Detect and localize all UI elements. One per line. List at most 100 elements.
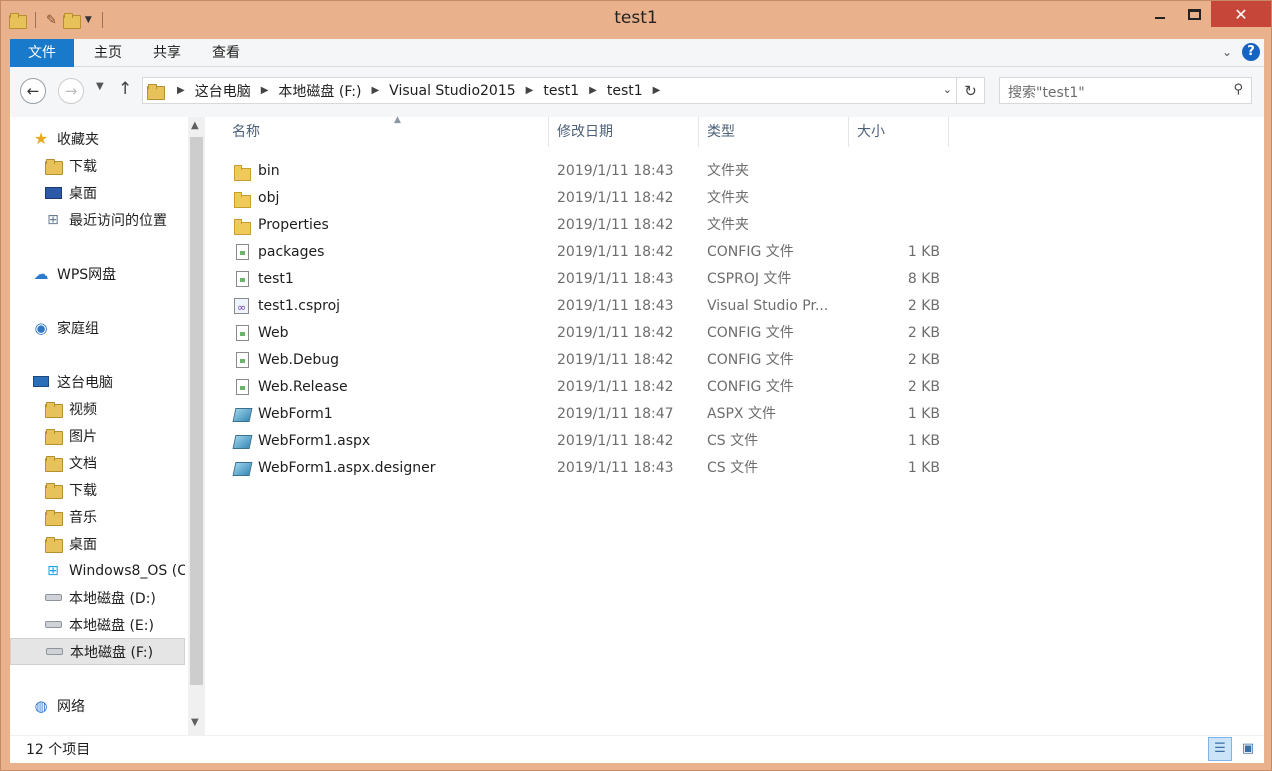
nav-item[interactable]: 视频 [10, 395, 185, 422]
breadcrumb-test1-inner[interactable]: test1 [603, 83, 647, 99]
nav-item[interactable]: 本地磁盘 (E:) [10, 611, 185, 638]
file-row[interactable]: obj 2019/1/11 18:42 文件夹 [210, 185, 950, 212]
nav-item-label: 下载 [69, 158, 97, 175]
config-file-icon [234, 352, 252, 370]
nav-item-label: 本地磁盘 (D:) [69, 590, 156, 607]
column-header-date[interactable]: 修改日期 [549, 117, 699, 147]
nav-item[interactable]: 音乐 [10, 503, 185, 530]
star-icon: ★ [33, 129, 49, 148]
address-bar[interactable]: ▶ 这台电脑 ▶ 本地磁盘 (F:) ▶ Visual Studio2015 ▶… [142, 77, 957, 104]
search-icon[interactable]: ⚲ [1233, 82, 1243, 97]
nav-item-label: 桌面 [69, 536, 97, 553]
column-header-type[interactable]: 类型 [699, 117, 849, 147]
details-view-button[interactable]: ☰ [1208, 737, 1232, 761]
file-name: Properties [258, 217, 329, 233]
content-area: ★ 收藏夹 下载 桌面 ⊞ 最近访问的位置 ☁ WPS网盘 ◉ 家庭组 这台电脑 视频 图片 文档 下载 音乐… [10, 115, 1264, 735]
nav-item[interactable]: ◍ 网络 [10, 692, 185, 719]
tab-share[interactable]: 共享 [141, 39, 193, 67]
file-row[interactable]: WebForm1.aspx.designer 2019/1/11 18:43 CS … [210, 455, 950, 482]
large-icons-view-button[interactable]: ▣ [1236, 737, 1260, 761]
nav-item[interactable]: ⊞ Windows8_OS (C [10, 557, 185, 584]
view-switcher: ☰ ▣ [1208, 737, 1260, 761]
ribbon-tabs: 文件 主页 共享 查看 ⌄ ? [10, 39, 1264, 67]
address-separator-icon[interactable]: ▶ [365, 85, 385, 96]
nav-item[interactable]: ☁ WPS网盘 [10, 260, 185, 287]
file-name: WebForm1.aspx [258, 433, 371, 449]
recent-locations-dropdown-icon[interactable]: ▼ [96, 81, 104, 92]
address-folder-icon [147, 83, 165, 100]
breadcrumb-drive-f[interactable]: 本地磁盘 (F:) [274, 81, 365, 101]
nav-item-label: 下载 [69, 482, 97, 499]
config-file-icon [234, 379, 252, 397]
nav-item-label: 文档 [69, 455, 97, 472]
maximize-button[interactable] [1177, 1, 1211, 27]
tab-view[interactable]: 查看 [200, 39, 252, 67]
file-row[interactable]: Web.Debug 2019/1/11 18:42 CONFIG 文件 2 KB [210, 347, 950, 374]
breadcrumb-test1[interactable]: test1 [539, 83, 583, 99]
nav-item[interactable]: 下载 [10, 152, 185, 179]
nav-item[interactable]: 本地磁盘 (D:) [10, 584, 185, 611]
scroll-down-icon[interactable]: ▼ [191, 717, 199, 728]
address-separator-icon[interactable]: ▶ [647, 85, 667, 96]
file-type: CSPROJ 文件 [707, 271, 792, 287]
refresh-button[interactable]: ↻ [957, 77, 985, 104]
nav-item[interactable]: ◉ 家庭组 [10, 314, 185, 341]
file-type: CONFIG 文件 [707, 244, 794, 260]
nav-item[interactable]: 桌面 [10, 530, 185, 557]
refresh-icon: ↻ [964, 81, 977, 100]
file-name: Web.Release [258, 379, 348, 395]
address-separator-icon[interactable]: ▶ [171, 85, 191, 96]
file-row[interactable]: WebForm1.aspx 2019/1/11 18:42 CS 文件 1 KB [210, 428, 950, 455]
search-placeholder: 搜索"test1" [1008, 85, 1085, 101]
address-separator-icon[interactable]: ▶ [520, 85, 540, 96]
back-button[interactable]: ← [20, 78, 46, 104]
breadcrumb-this-pc[interactable]: 这台电脑 [191, 81, 255, 101]
file-row[interactable]: test1 2019/1/11 18:43 CSPROJ 文件 8 KB [210, 266, 950, 293]
file-row[interactable]: bin 2019/1/11 18:43 文件夹 [210, 158, 950, 185]
close-button[interactable]: ✕ [1211, 1, 1271, 27]
expand-ribbon-icon[interactable]: ⌄ [1222, 45, 1232, 59]
file-date: 2019/1/11 18:42 [557, 244, 674, 260]
file-row[interactable]: Web.Release 2019/1/11 18:42 CONFIG 文件 2 KB [210, 374, 950, 401]
folder-icon [234, 190, 252, 208]
file-row[interactable]: WebForm1 2019/1/11 18:47 ASPX 文件 1 KB [210, 401, 950, 428]
nav-item-label: 网络 [57, 698, 85, 715]
nav-item[interactable]: ⊞ 最近访问的位置 [10, 206, 185, 233]
breadcrumb-visual-studio[interactable]: Visual Studio2015 [385, 83, 519, 99]
forward-button[interactable]: → [58, 78, 84, 104]
tab-file[interactable]: 文件 [10, 39, 74, 67]
help-icon[interactable]: ? [1242, 43, 1260, 61]
scroll-up-icon[interactable]: ▲ [191, 120, 199, 131]
nav-scrollbar[interactable]: ▲ ▼ [188, 117, 205, 735]
minimize-button[interactable] [1143, 1, 1177, 27]
minimize-icon [1155, 17, 1165, 19]
nav-item[interactable]: 桌面 [10, 179, 185, 206]
nav-item[interactable]: 这台电脑 [10, 368, 185, 395]
column-header-size[interactable]: 大小 [849, 117, 949, 147]
up-button[interactable]: ↑ [118, 79, 132, 99]
file-row[interactable]: test1.csproj 2019/1/11 18:43 Visual Studio… [210, 293, 950, 320]
file-type: ASPX 文件 [707, 406, 776, 422]
nav-item[interactable]: 图片 [10, 422, 185, 449]
nav-item[interactable]: 下载 [10, 476, 185, 503]
nav-item[interactable]: 本地磁盘 (F:) [10, 638, 185, 665]
windows-drive-icon: ⊞ [47, 562, 59, 579]
nav-scroll-thumb[interactable] [190, 137, 203, 685]
recent-places-icon: ⊞ [47, 211, 59, 228]
tab-home[interactable]: 主页 [82, 39, 134, 67]
address-separator-icon[interactable]: ▶ [583, 85, 603, 96]
nav-item[interactable]: 文档 [10, 449, 185, 476]
column-size-label: 大小 [857, 124, 885, 140]
computer-icon [32, 373, 50, 391]
nav-item[interactable]: ★ 收藏夹 [10, 125, 185, 152]
file-row[interactable]: packages 2019/1/11 18:42 CONFIG 文件 1 KB [210, 239, 950, 266]
file-row[interactable]: Web 2019/1/11 18:42 CONFIG 文件 2 KB [210, 320, 950, 347]
cs-file-icon [232, 433, 253, 451]
search-input[interactable]: 搜索"test1" ⚲ [999, 77, 1252, 104]
file-date: 2019/1/11 18:42 [557, 190, 674, 206]
file-row[interactable]: Properties 2019/1/11 18:42 文件夹 [210, 212, 950, 239]
address-separator-icon[interactable]: ▶ [255, 85, 275, 96]
address-history-dropdown-icon[interactable]: ⌄ [943, 83, 952, 96]
column-header-name[interactable]: 名称 ▲ [224, 115, 549, 147]
nav-item-label: 本地磁盘 (F:) [70, 644, 154, 661]
